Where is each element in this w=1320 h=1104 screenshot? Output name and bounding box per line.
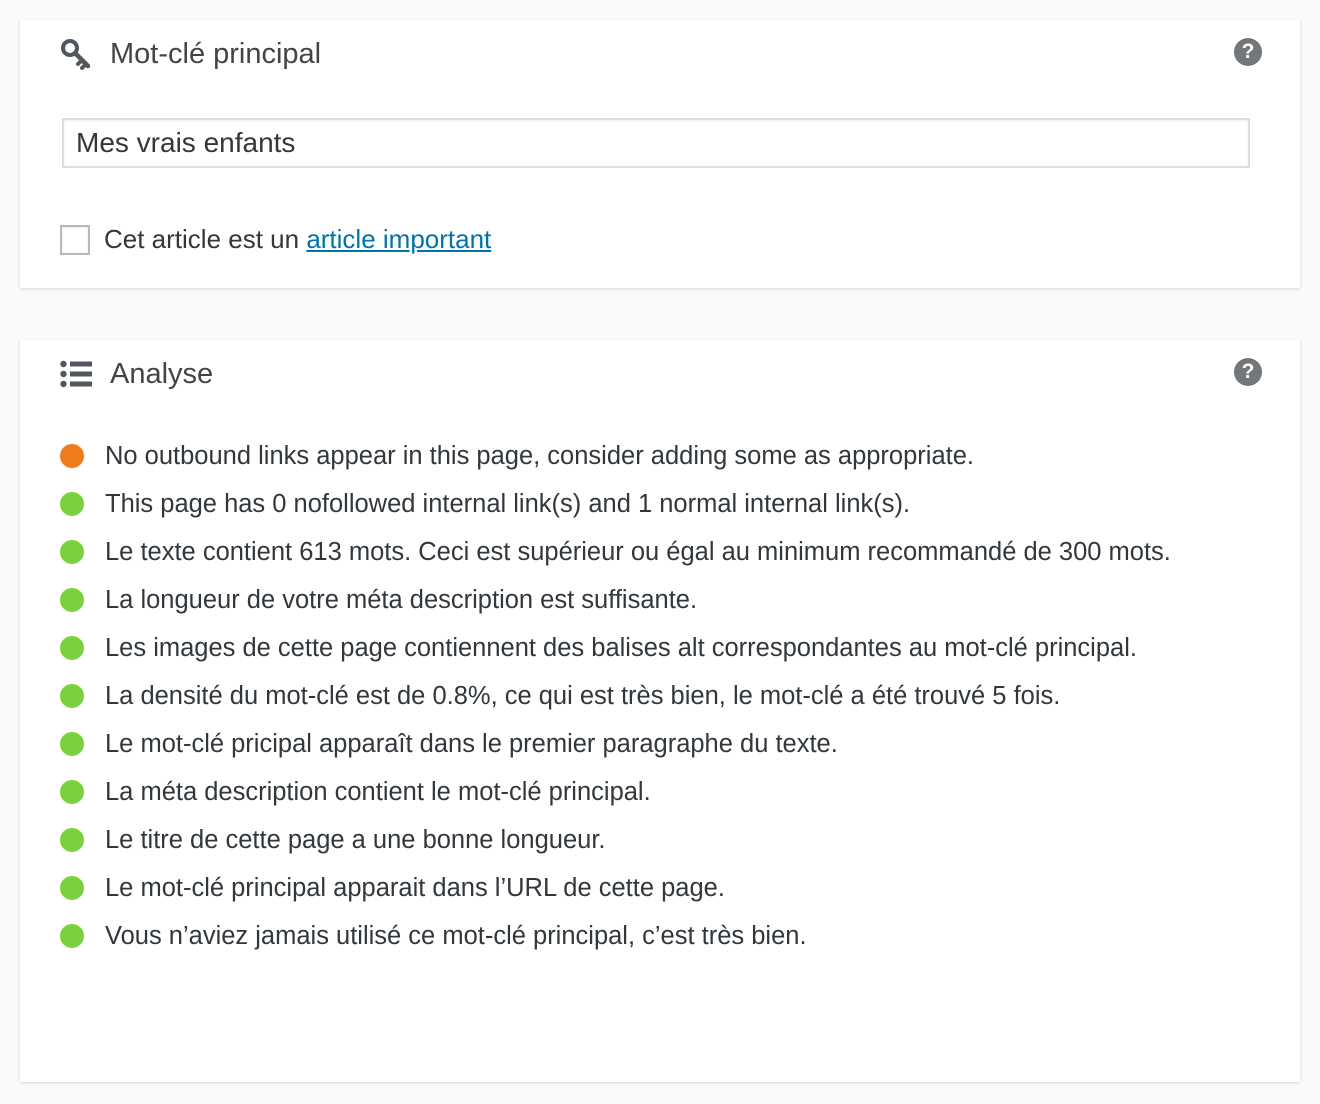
analysis-item-text: Le mot-clé pricipal apparaît dans le pre… [105,730,838,758]
analysis-item: La densité du mot-clé est de 0.8%, ce qu… [60,678,1200,714]
status-good-icon [60,636,84,660]
status-good-icon [60,876,84,900]
analysis-list: No outbound links appear in this page, c… [60,438,1200,966]
analysis-item: La longueur de votre méta description es… [60,582,1200,618]
analysis-item: Le texte contient 613 mots. Ceci est sup… [60,534,1200,570]
analysis-item-text: Le mot-clé principal apparait dans l’URL… [105,874,725,902]
analysis-item-text: La méta description contient le mot-clé … [105,778,651,806]
status-good-icon [60,732,84,756]
analysis-item-text: Le texte contient 613 mots. Ceci est sup… [105,538,1171,566]
analysis-item-text: This page has 0 nofollowed internal link… [105,490,911,518]
cornerstone-row: Cet article est un article important [60,224,491,255]
help-icon[interactable]: ? [1234,358,1262,386]
analysis-item: La méta description contient le mot-clé … [60,774,1200,810]
analysis-item-text: Vous n’aviez jamais utilisé ce mot-clé p… [105,922,807,950]
focus-keyword-input[interactable] [62,118,1250,168]
analysis-item-text: No outbound links appear in this page, c… [105,442,974,470]
analysis-item: Vous n’aviez jamais utilisé ce mot-clé p… [60,918,1200,954]
cornerstone-checkbox[interactable] [60,224,90,255]
help-icon[interactable]: ? [1234,38,1262,66]
analysis-item: Les images de cette page contiennent des… [60,630,1200,666]
analysis-item-text: Les images de cette page contiennent des… [105,634,1137,662]
status-good-icon [60,588,84,612]
analysis-item: This page has 0 nofollowed internal link… [60,486,1200,522]
status-good-icon [60,924,84,948]
analysis-item: Le mot-clé principal apparait dans l’URL… [60,870,1200,906]
analysis-item: Le titre de cette page a une bonne longu… [60,822,1200,858]
status-good-icon [60,684,84,708]
cornerstone-link[interactable]: article important [306,224,491,254]
cornerstone-label-text: Cet article est un [104,224,307,254]
status-good-icon [60,828,84,852]
cornerstone-label: Cet article est un article important [104,224,491,255]
key-icon [60,38,92,70]
list-icon [60,358,92,390]
status-good-icon [60,540,84,564]
status-good-icon [60,780,84,804]
status-warning-icon [60,444,84,468]
analysis-panel: Analyse ? No outbound links appear in th… [20,340,1300,1082]
status-good-icon [60,492,84,516]
focus-keyword-title: Mot-clé principal [110,37,322,70]
analysis-item-text: Le titre de cette page a une bonne longu… [105,826,606,854]
analysis-item-text: La longueur de votre méta description es… [105,586,698,614]
analysis-item-text: La densité du mot-clé est de 0.8%, ce qu… [105,682,1061,710]
focus-keyword-panel: Mot-clé principal ? Cet article est un a… [20,20,1300,288]
analysis-title: Analyse [110,357,214,390]
analysis-item: Le mot-clé pricipal apparaît dans le pre… [60,726,1200,762]
analysis-header: Analyse [60,356,213,392]
analysis-item: No outbound links appear in this page, c… [60,438,1200,474]
focus-keyword-header: Mot-clé principal [60,36,321,72]
